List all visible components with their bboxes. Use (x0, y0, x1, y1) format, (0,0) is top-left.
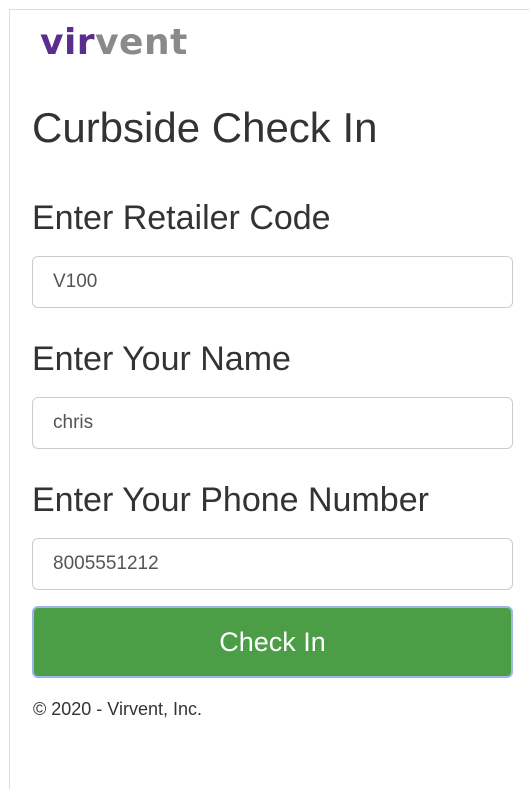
retailer-code-label: Enter Retailer Code (32, 199, 331, 237)
logo-text-primary: vir (40, 22, 96, 63)
copyright-footer: © 2020 - Virvent, Inc. (33, 699, 203, 719)
phone-number-input[interactable] (32, 538, 513, 590)
virvent-logo: vir vent (40, 18, 188, 68)
phone-number-label: Enter Your Phone Number (32, 481, 429, 519)
page-title: Curbside Check In (32, 104, 378, 151)
name-input[interactable] (32, 397, 513, 449)
logo-text-secondary: vent (95, 22, 188, 63)
retailer-code-input[interactable] (32, 256, 513, 308)
name-label: Enter Your Name (32, 340, 291, 378)
check-in-button[interactable]: Check In (32, 606, 513, 678)
